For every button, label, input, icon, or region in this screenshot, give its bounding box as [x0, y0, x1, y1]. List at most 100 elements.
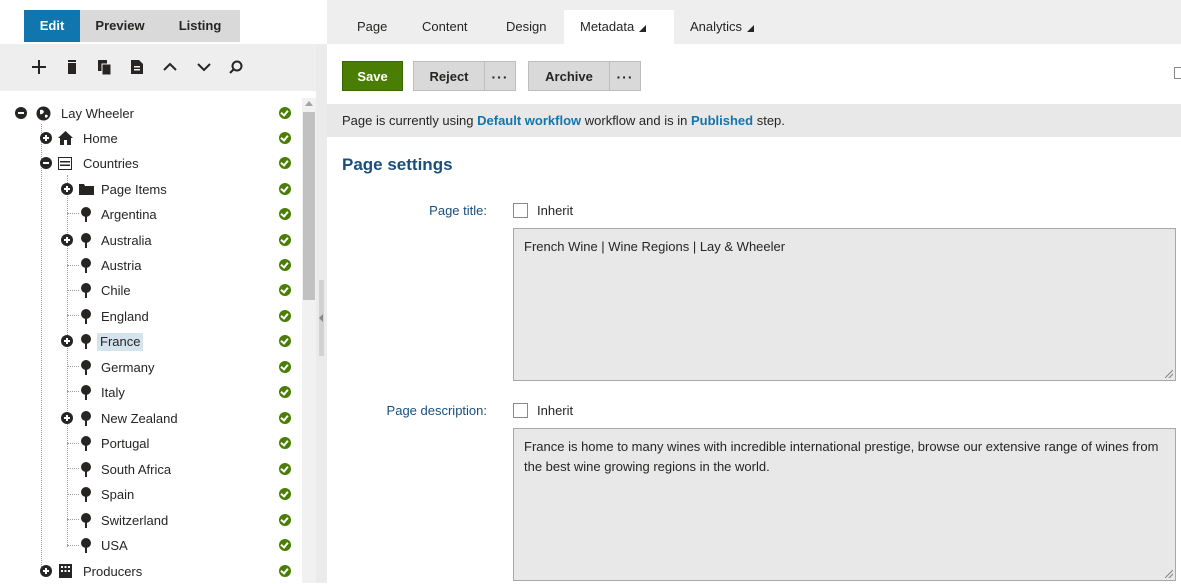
published-status-icon	[279, 463, 291, 475]
expand-icon[interactable]	[61, 234, 73, 246]
published-status-icon	[279, 437, 291, 449]
workflow-text: workflow and is in	[581, 113, 691, 128]
page-description-value: France is home to many wines with incred…	[524, 439, 1159, 474]
move-down-icon[interactable]	[195, 57, 213, 77]
workflow-info-bar: Page is currently using Default workflow…	[327, 104, 1181, 137]
tree-node-country[interactable]: Portugal	[0, 431, 300, 456]
tree-node-label: USA	[101, 538, 128, 553]
workflow-step: Published	[690, 113, 754, 128]
inherit-checkbox[interactable]	[513, 403, 528, 418]
map-pin-icon	[78, 537, 94, 553]
tree-node-countries[interactable]: Countries	[0, 151, 300, 176]
published-status-icon	[279, 132, 291, 144]
folder-icon	[78, 181, 94, 197]
map-pin-icon	[78, 232, 94, 248]
tree-node-country[interactable]: New Zealand	[0, 406, 300, 431]
tree-node-country[interactable]: Italy	[0, 380, 300, 405]
panel-toggle-icon[interactable]	[1174, 67, 1181, 79]
move-icon[interactable]	[128, 57, 146, 77]
tab-edit[interactable]: Edit	[24, 10, 80, 42]
archive-more-button[interactable]: ···	[609, 61, 641, 91]
save-button[interactable]: Save	[342, 61, 403, 91]
expand-icon[interactable]	[61, 335, 73, 347]
tree-node-country[interactable]: England	[0, 304, 300, 329]
tree-node-country[interactable]: Switzerland	[0, 508, 300, 533]
expand-icon[interactable]	[61, 412, 73, 424]
tab-page[interactable]: Page	[342, 10, 391, 44]
content-tree: Lay Wheeler Home Countries Page Items Ar…	[0, 98, 300, 583]
tab-label: Metadata	[580, 19, 635, 34]
tree-node-label: England	[101, 309, 149, 324]
tree-node-country[interactable]: Spain	[0, 482, 300, 507]
tree-node-label: Portugal	[101, 436, 150, 451]
move-up-icon[interactable]	[161, 57, 179, 77]
tab-metadata[interactable]: Metadata	[564, 10, 674, 44]
reject-button[interactable]: Reject	[413, 61, 485, 91]
page-description-label: Page description:	[386, 403, 487, 418]
tab-preview[interactable]: Preview	[80, 10, 160, 42]
tree-node-label: Chile	[101, 283, 131, 298]
tree-node-country[interactable]: Argentina	[0, 202, 300, 227]
tree-node-country[interactable]: Germany	[0, 355, 300, 380]
map-pin-icon	[78, 435, 94, 451]
map-pin-icon	[78, 257, 94, 273]
tab-content[interactable]: Content	[422, 10, 468, 44]
tree-node-label: Austria	[101, 258, 142, 273]
published-status-icon	[279, 259, 291, 271]
collapse-icon[interactable]	[40, 157, 52, 169]
resize-handle-icon[interactable]	[1165, 370, 1173, 378]
tree-node-country-selected[interactable]: France	[0, 329, 300, 354]
tree-node-country[interactable]: Austria	[0, 253, 300, 278]
page-description-textarea[interactable]: France is home to many wines with incred…	[513, 428, 1176, 581]
map-pin-icon	[78, 308, 94, 324]
panel-splitter[interactable]	[316, 44, 327, 583]
tree-node-page-items[interactable]: Page Items	[0, 177, 300, 202]
tree-node-country[interactable]: USA	[0, 533, 300, 558]
tree-node-label: Switzerland	[101, 513, 169, 528]
tree-node-country[interactable]: South Africa	[0, 457, 300, 482]
published-status-icon	[279, 514, 291, 526]
expand-icon[interactable]	[61, 183, 73, 195]
expand-icon[interactable]	[40, 565, 52, 577]
tree-node-country[interactable]: Australia	[0, 228, 300, 253]
published-status-icon	[279, 488, 291, 500]
map-pin-icon	[78, 486, 94, 502]
map-pin-icon	[78, 461, 94, 477]
inherit-checkbox[interactable]	[513, 203, 528, 218]
expand-icon[interactable]	[40, 132, 52, 144]
tree-scrollbar[interactable]	[302, 98, 316, 583]
add-icon[interactable]	[30, 57, 48, 77]
map-pin-icon	[78, 384, 94, 400]
published-status-icon	[279, 284, 291, 296]
collapse-panel-handle[interactable]	[319, 280, 324, 356]
tree-node-label: Spain	[101, 487, 135, 502]
tree-node-label: Lay Wheeler	[61, 106, 134, 121]
tab-listing[interactable]: Listing	[160, 10, 240, 42]
tree-node-root[interactable]: Lay Wheeler	[0, 101, 300, 126]
page-title-textarea[interactable]: French Wine | Wine Regions | Lay & Wheel…	[513, 228, 1176, 381]
tree-node-label: Home	[83, 131, 118, 146]
published-status-icon	[279, 310, 291, 322]
workflow-name: Default workflow	[477, 113, 582, 128]
tab-design[interactable]: Design	[506, 10, 546, 44]
published-status-icon	[279, 386, 291, 398]
resize-handle-icon[interactable]	[1165, 570, 1173, 578]
globe-icon	[35, 105, 51, 121]
collapse-icon[interactable]	[15, 107, 27, 119]
copy-icon[interactable]	[96, 57, 114, 77]
published-status-icon	[279, 157, 291, 169]
tree-node-country[interactable]: Chile	[0, 278, 300, 303]
map-pin-icon	[78, 410, 94, 426]
delete-icon[interactable]	[63, 57, 81, 77]
workflow-text: step.	[753, 113, 785, 128]
page-title-value: French Wine | Wine Regions | Lay & Wheel…	[524, 239, 786, 254]
scroll-up-icon[interactable]	[305, 101, 313, 106]
tab-analytics[interactable]: Analytics	[690, 10, 755, 44]
search-icon[interactable]	[227, 57, 245, 77]
archive-button[interactable]: Archive	[528, 61, 610, 91]
tree-node-producers[interactable]: Producers	[0, 559, 300, 584]
tab-label: Analytics	[690, 19, 743, 34]
tree-node-home[interactable]: Home	[0, 126, 300, 151]
editor-tabs: Page Content Design Metadata Analytics	[327, 0, 1181, 44]
reject-more-button[interactable]: ···	[484, 61, 516, 91]
